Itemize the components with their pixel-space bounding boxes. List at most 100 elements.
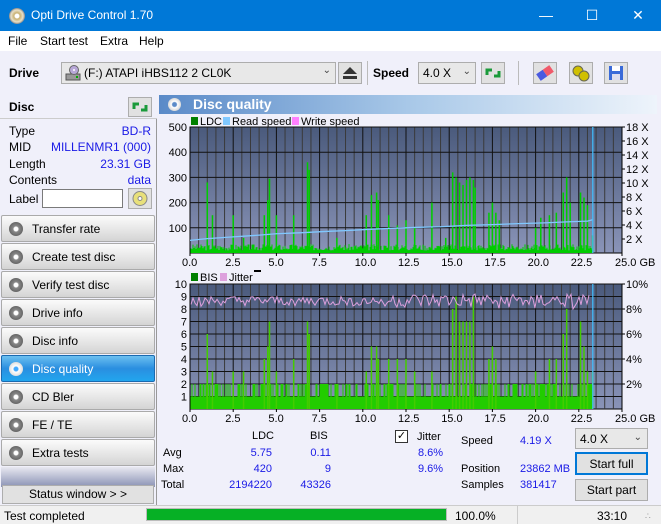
y2-tick-label: 4% [626, 354, 642, 366]
stats-total-label: Total [161, 479, 185, 491]
peak-bar [292, 359, 295, 409]
y-tick-label: 8 [181, 304, 187, 316]
legend-write-speed-swatch [292, 117, 299, 125]
x-tick-label: 10.0 [355, 413, 376, 425]
legend-ldc-swatch [191, 117, 198, 125]
y-tick-label: 9 [181, 292, 187, 304]
peak-bar [263, 359, 266, 409]
status-text: Test completed [4, 509, 85, 523]
peak-bar [562, 334, 564, 409]
stats-avg-label: Avg [163, 447, 182, 459]
stats-bis-header: BIS [310, 430, 328, 442]
start-full-button[interactable]: Start full [575, 452, 648, 475]
peak-bar [370, 346, 373, 409]
y-tick-label: 1 [181, 392, 187, 404]
y-tick-label: 5 [181, 342, 187, 354]
peak-bar [405, 220, 407, 253]
peak-bar [306, 321, 309, 409]
peak-bar [579, 192, 582, 253]
peak-bar [465, 321, 468, 409]
resize-grip-icon[interactable]: ∴ [645, 511, 651, 522]
y-tick-label: 4 [181, 354, 187, 366]
y2-tick-label: 4 X [626, 220, 643, 232]
peak-bar [242, 371, 245, 409]
peak-bar [495, 212, 497, 253]
jitter-avg: 8.6% [418, 447, 444, 459]
progress-text: 100.0% [455, 509, 496, 523]
jitter-label: Jitter [417, 431, 441, 443]
legend-jitter-swatch [220, 273, 227, 281]
chart2-legend: BIS Jitter [191, 270, 261, 284]
start-part-button[interactable]: Start part [575, 479, 648, 501]
y-tick-label: 100 [169, 223, 187, 235]
peak-bar [472, 296, 475, 409]
peak-bar [292, 215, 295, 253]
x-tick-label: 2.5 [225, 413, 240, 425]
speed-stat-label: Speed [461, 435, 493, 447]
peak-bar [377, 359, 380, 409]
peak-bar [308, 334, 310, 409]
test-speed-select[interactable]: 4.0 X ⌄ [575, 428, 648, 449]
peak-bar [308, 169, 310, 253]
legend-write-speed: Write speed [301, 116, 360, 128]
elapsed-time: 33:10 [597, 509, 628, 523]
chart1-legend: LDC Read speed Write speed [191, 116, 360, 128]
peak-bar [396, 359, 399, 409]
y-tick-label: 200 [169, 198, 187, 210]
x-tick-label: 2.5 [225, 257, 240, 269]
peak-bar [583, 346, 585, 409]
peak-bar [451, 172, 454, 253]
legend-read-speed-swatch [223, 117, 230, 125]
stats-max-label: Max [163, 463, 184, 475]
y2-tick-label: 14 X [626, 150, 649, 162]
x-tick-label: 12.5 [398, 413, 419, 425]
x-tick-label: 5.0 [268, 257, 283, 269]
y-tick-label: 400 [169, 147, 187, 159]
peak-bar [336, 237, 338, 253]
peak-bar [232, 371, 234, 409]
stats-total-ldc: 2194220 [229, 479, 272, 491]
peak-bar [548, 215, 551, 253]
x-tick-label: 0.0 [182, 257, 197, 269]
jitter-checkbox[interactable]: ✓ [395, 430, 408, 443]
peak-bar [458, 321, 461, 409]
peak-bar [455, 177, 457, 253]
peak-bar [474, 187, 476, 253]
peak-bar [365, 371, 368, 409]
peak-bar [491, 202, 494, 253]
y-tick-label: 7 [181, 317, 187, 329]
x-tick-label: 15.0 [441, 413, 462, 425]
peak-bar [562, 192, 564, 253]
peak-bar [268, 178, 271, 253]
peak-bar [565, 177, 568, 253]
legend-bis-swatch [191, 273, 198, 281]
peak-bar [469, 177, 471, 253]
peak-bar [431, 371, 433, 409]
peak-bar [534, 227, 537, 253]
peak-bar [498, 220, 501, 253]
position-value: 23862 MB [520, 463, 571, 475]
peak-bar [444, 237, 447, 253]
stats-total-bis: 43326 [300, 479, 331, 491]
jitter-max: 9.6% [418, 463, 444, 475]
peak-bar [579, 321, 582, 409]
y2-tick-label: 18 X [626, 122, 649, 134]
x-tick-label: 0.0 [182, 413, 197, 425]
peak-bar [211, 215, 214, 253]
peak-bar [534, 371, 537, 409]
peak-bar [206, 182, 209, 253]
peak-bar [267, 200, 269, 253]
peak-bar [548, 359, 551, 409]
y2-tick-label: 2% [626, 379, 642, 391]
peak-bar [462, 321, 464, 409]
peak-bar [491, 346, 494, 409]
position-label: Position [461, 463, 501, 475]
x-tick-label: 17.5 [484, 413, 505, 425]
peak-bar [413, 227, 416, 253]
status-divider [517, 506, 518, 524]
y2-tick-label: 16 X [626, 136, 649, 148]
peak-bar [569, 202, 571, 253]
peak-bar [396, 225, 399, 253]
x-tick-label: 15.0 [441, 257, 462, 269]
stats-avg-ldc: 5.75 [250, 447, 272, 459]
